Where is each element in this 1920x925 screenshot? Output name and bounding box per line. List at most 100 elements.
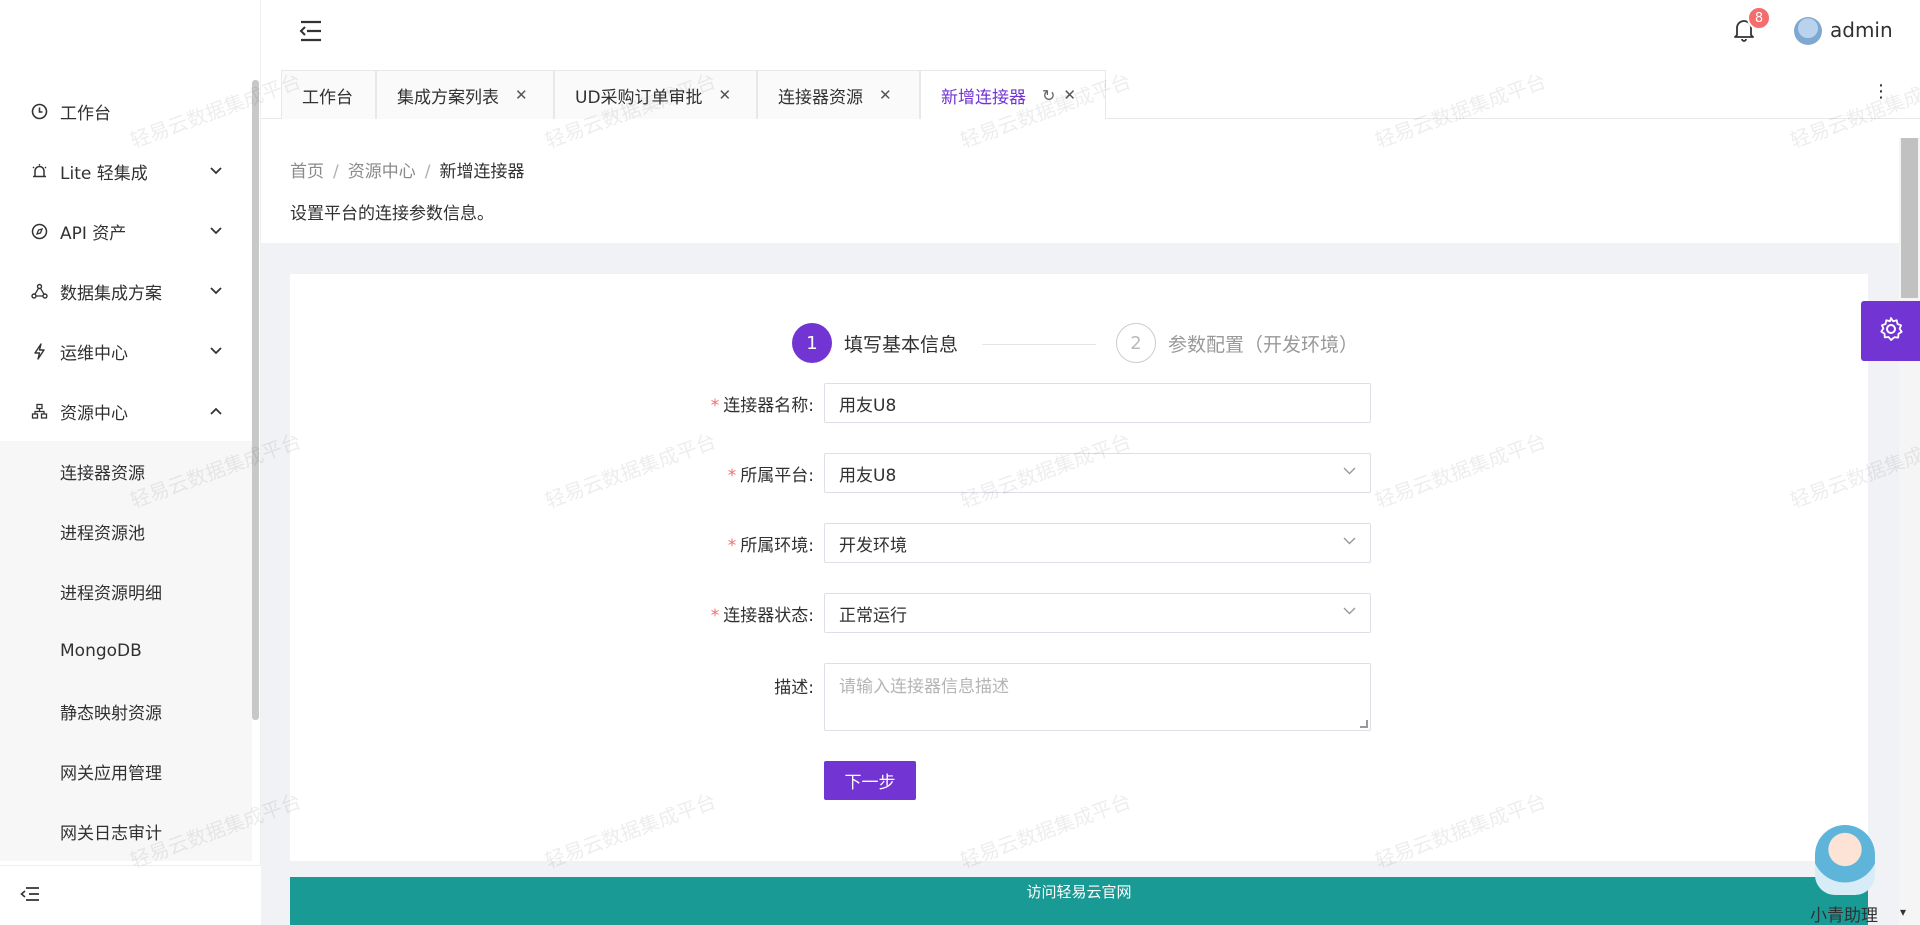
scroll-down-icon[interactable]: ▾: [1900, 905, 1906, 919]
step-number: 2: [1116, 323, 1156, 363]
tab-label: UD采购订单审批: [575, 87, 703, 108]
sidebar-item-api[interactable]: API 资产: [0, 201, 252, 261]
platform-label: * 所属平台:: [640, 461, 824, 486]
tab-bar: 工作台 集成方案列表 ✕ UD采购订单审批 ✕ 连接器资源 ✕ 新增连接器 ↻ …: [261, 63, 1920, 119]
tab-integration-list[interactable]: 集成方案列表 ✕: [376, 70, 554, 119]
step-connector-line: [982, 344, 1096, 345]
username[interactable]: admin: [1830, 18, 1893, 42]
alarm-icon: [30, 162, 48, 180]
chevron-down-icon: [1343, 464, 1356, 479]
gear-icon: [1878, 316, 1904, 347]
sidebar-item-label: Lite 轻集成: [60, 163, 148, 184]
clock-icon: [30, 102, 48, 120]
name-label-text: 连接器名称:: [723, 395, 814, 416]
collapse-menu-icon[interactable]: [20, 886, 40, 907]
assistant-avatar[interactable]: [1815, 825, 1875, 895]
form-row-env: * 所属环境: 开发环境: [640, 523, 1371, 563]
status-label-text: 连接器状态:: [723, 605, 814, 626]
sidebar-subitem-static-mapping[interactable]: 静态映射资源: [0, 681, 252, 741]
status-label: * 连接器状态:: [640, 601, 824, 626]
step-param-config: 2 参数配置（开发环境）: [1116, 323, 1358, 363]
close-icon[interactable]: ✕: [719, 86, 732, 104]
breadcrumb-separator: /: [333, 162, 339, 182]
chevron-down-icon: [210, 284, 222, 299]
sidebar-subitem-connector-resources[interactable]: 连接器资源: [0, 441, 252, 501]
tab-label: 集成方案列表: [397, 87, 499, 108]
sidebar-item-label: 工作台: [60, 103, 111, 124]
breadcrumb-current: 新增连接器: [439, 162, 525, 182]
tab-ud-purchase[interactable]: UD采购订单审批 ✕: [554, 70, 757, 119]
sitemap-icon: [30, 402, 48, 420]
breadcrumb: 首页 / 资源中心 / 新增连接器: [290, 157, 524, 182]
avatar[interactable]: [1794, 17, 1822, 45]
main-scrollbar[interactable]: [1899, 138, 1920, 925]
bolt-icon: [30, 342, 48, 360]
platform-select[interactable]: 用友U8: [824, 453, 1371, 493]
env-label-text: 所属环境:: [740, 535, 814, 556]
sidebar-subitem-gateway-apps[interactable]: 网关应用管理: [0, 741, 252, 801]
form-row-platform: * 所属平台: 用友U8: [640, 453, 1371, 493]
page-description: 设置平台的连接参数信息。: [290, 204, 494, 224]
sidebar-item-resources[interactable]: 资源中心: [0, 381, 252, 441]
sidebar-menu: 工作台 Lite 轻集成 API 资产 数据集成方案 运维中心 资源中心 连接器…: [0, 81, 252, 861]
more-vertical-icon[interactable]: ⋮: [1872, 81, 1890, 102]
notification-badge: 8: [1747, 6, 1771, 30]
next-step-button[interactable]: 下一步: [824, 761, 916, 800]
promo-banner[interactable]: 访问轻易云官网: [290, 877, 1868, 925]
sidebar-scrollbar[interactable]: [252, 80, 259, 720]
sidebar-item-integration[interactable]: 数据集成方案: [0, 261, 252, 321]
sidebar-subitem-process-detail[interactable]: 进程资源明细: [0, 561, 252, 621]
tab-connector-resources[interactable]: 连接器资源 ✕: [757, 70, 920, 119]
chevron-down-icon: [210, 164, 222, 179]
required-mark: *: [727, 535, 737, 556]
breadcrumb-separator: /: [424, 162, 431, 182]
close-icon[interactable]: ✕: [879, 86, 892, 104]
status-select[interactable]: 正常运行: [824, 593, 1371, 633]
name-label: * 连接器名称:: [640, 391, 824, 416]
sidebar-item-lite[interactable]: Lite 轻集成: [0, 141, 252, 201]
form-row-name: * 连接器名称: 用友U8: [640, 383, 1371, 423]
sidebar-footer: [0, 865, 261, 925]
environment-select[interactable]: 开发环境: [824, 523, 1371, 563]
sidebar-subitem-mongodb[interactable]: MongoDB: [0, 621, 252, 681]
tab-label: 工作台: [302, 87, 353, 108]
sidebar-subitem-process-pool[interactable]: 进程资源池: [0, 501, 252, 561]
step-number: 1: [792, 323, 832, 363]
sidebar-item-label: 数据集成方案: [60, 283, 162, 304]
sidebar-item-label: API 资产: [60, 223, 127, 244]
form-row-status: * 连接器状态: 正常运行: [640, 593, 1371, 633]
sidebar-item-workbench[interactable]: 工作台: [0, 81, 252, 141]
resize-handle[interactable]: [1360, 720, 1368, 728]
chevron-down-icon: [1343, 604, 1356, 619]
form-row-description: 描述: 请输入连接器信息描述: [640, 663, 1371, 731]
assistant-widget[interactable]: 小青助理: [1800, 825, 1880, 925]
top-header: 8 admin: [261, 0, 1920, 63]
description-textarea[interactable]: 请输入连接器信息描述: [824, 663, 1371, 731]
assistant-label: 小青助理: [1810, 906, 1878, 925]
scrollbar-thumb[interactable]: [1901, 138, 1918, 298]
refresh-icon[interactable]: ↻: [1042, 86, 1055, 105]
desc-label: 描述:: [774, 678, 814, 698]
breadcrumb-section[interactable]: 资源中心: [348, 162, 416, 182]
close-icon[interactable]: ✕: [515, 86, 528, 104]
connector-name-input[interactable]: 用友U8: [824, 383, 1371, 423]
chevron-down-icon: [210, 224, 222, 239]
env-label: * 所属环境:: [640, 531, 824, 556]
sidebar-subitem-gateway-logs[interactable]: 网关日志审计: [0, 801, 252, 861]
chevron-down-icon: [1343, 534, 1356, 549]
settings-button[interactable]: [1861, 301, 1920, 361]
platform-value: 用友U8: [839, 465, 897, 486]
breadcrumb-home[interactable]: 首页: [290, 162, 324, 182]
sidebar-item-ops[interactable]: 运维中心: [0, 321, 252, 381]
required-mark: *: [727, 465, 737, 486]
tab-new-connector[interactable]: 新增连接器 ↻ ✕: [920, 70, 1106, 119]
required-mark: *: [710, 395, 720, 416]
environment-value: 开发环境: [839, 535, 907, 556]
step-basic-info: 1 填写基本信息: [792, 323, 958, 363]
page-header: 首页 / 资源中心 / 新增连接器 设置平台的连接参数信息。: [261, 119, 1899, 243]
tab-workbench[interactable]: 工作台: [281, 70, 376, 119]
banner-title[interactable]: 访问轻易云官网: [290, 881, 1868, 902]
toggle-sidebar-icon[interactable]: [299, 20, 323, 47]
close-icon[interactable]: ✕: [1063, 86, 1076, 104]
required-mark: *: [710, 605, 720, 626]
